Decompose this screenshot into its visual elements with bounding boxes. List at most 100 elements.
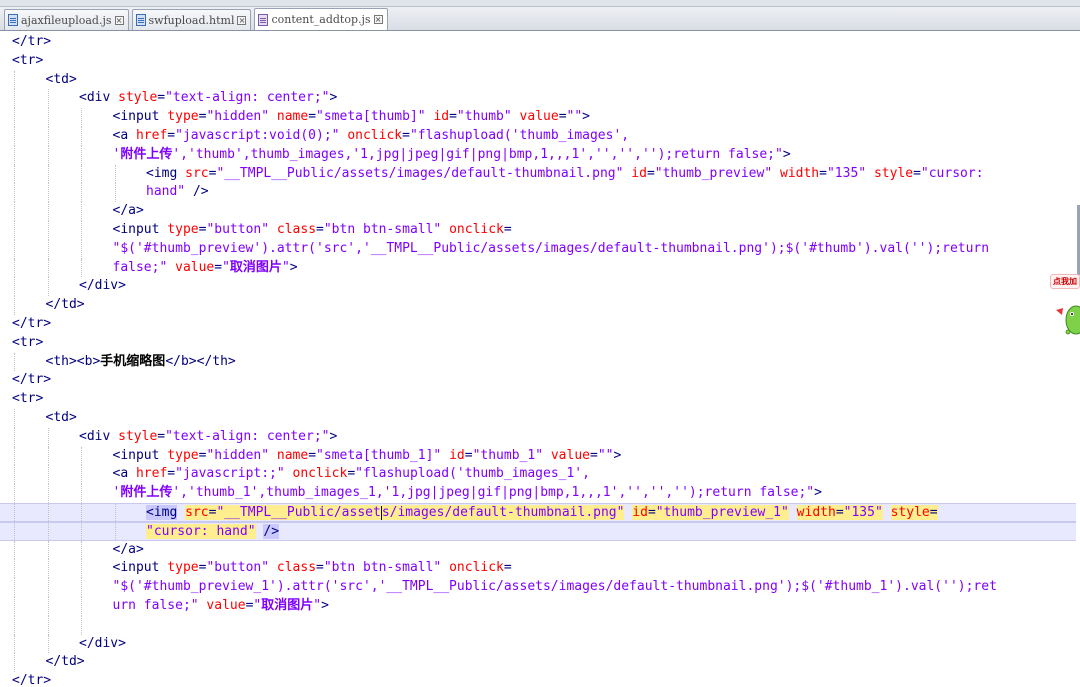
code-token: id [632, 505, 648, 520]
code-token: 取消图片 [261, 598, 314, 613]
code-token: type [167, 109, 199, 125]
code-line[interactable]: </a> [0, 202, 1076, 221]
code-line[interactable]: </td> [0, 653, 1076, 673]
code-line[interactable]: <div style="text-align: center;"> [0, 89, 1076, 109]
indent-guide [81, 615, 82, 635]
code-line[interactable]: </a> [0, 540, 1076, 560]
code-token: src [185, 165, 209, 181]
code-line[interactable]: "$('#thumb_preview').attr('src','__TMPL_… [0, 239, 1076, 259]
code-line[interactable]: <div style="text-align: center;"> [0, 427, 1076, 447]
indent-guide [14, 559, 15, 579]
code-text: "cursor: hand" /> [146, 523, 280, 540]
code-line[interactable]: '附件上传','thumb_1',thumb_images_1,'1,jpg|j… [0, 484, 1076, 503]
code-line[interactable]: <input type="button" class="btn btn-smal… [0, 221, 1076, 240]
code-line[interactable]: "cursor: hand" /> [0, 521, 1076, 541]
indent-guide [47, 559, 49, 579]
close-icon[interactable]: × [373, 15, 383, 24]
code-token: > [329, 90, 338, 106]
code-token: type [167, 222, 199, 237]
close-icon[interactable]: × [237, 15, 247, 25]
code-editor[interactable]: </tr> <tr> <td> <div style="text-align: cen… [0, 32, 1080, 687]
code-token: type [167, 447, 199, 463]
tab-label: swfupload.html [148, 13, 235, 27]
code-line[interactable]: <td> [0, 70, 1076, 90]
code-line[interactable]: <a href="javascript:;" onclick="flashupl… [0, 465, 1076, 485]
indent-guide [47, 108, 49, 127]
code-token: onclick [449, 222, 504, 237]
code-text: <tr> [12, 334, 43, 353]
code-text: <tr> [12, 390, 43, 409]
code-token: = [308, 447, 317, 463]
indent-guide [14, 465, 15, 485]
code-token: <input [112, 560, 168, 576]
code-line[interactable]: <img src = "__TMPL__Public/assets/images/d… [0, 164, 1076, 184]
indent-guide [81, 108, 82, 127]
code-line[interactable]: <tr> [0, 390, 1076, 409]
code-token: </b></th> [165, 353, 236, 369]
code-text: </a> [113, 541, 144, 560]
code-token: <tr> [12, 391, 44, 407]
code-token: > [289, 259, 298, 275]
code-line[interactable]: </td> [0, 296, 1076, 315]
code-line[interactable]: hand" /> [0, 183, 1076, 203]
code-token: width [780, 165, 820, 181]
code-line[interactable]: </tr> [0, 371, 1076, 390]
code-token: ','thumb_1',thumb_images_1,'1,jpg|jpeg|g… [172, 485, 815, 501]
indent-guide [81, 127, 82, 146]
code-token: style [118, 428, 158, 444]
code-text: "$('#thumb_preview_1').attr('src','__TMP… [113, 578, 997, 597]
indent-guide [14, 578, 15, 597]
close-icon[interactable]: × [114, 15, 124, 25]
code-text: <input type="hidden" name="smeta[thumb_1… [113, 447, 622, 466]
indent-guide [81, 164, 82, 184]
code-line[interactable]: <img src = "__TMPL__Public/assets/images/d… [0, 503, 1076, 522]
code-token: = [819, 165, 827, 181]
indent-guide [14, 653, 15, 673]
code-token: "__TMPL__Public/assets/images/default-th… [216, 165, 624, 181]
code-text: </td> [46, 296, 85, 315]
code-line[interactable]: </tr> [0, 672, 1076, 687]
code-line[interactable]: <td> [0, 409, 1076, 428]
code-line[interactable]: </tr> [0, 33, 1076, 52]
indent-guide [81, 239, 82, 259]
code-line[interactable]: <input type="hidden" name="smeta[thumb_1… [0, 446, 1076, 466]
code-line[interactable]: false;" value="取消图片"> [0, 258, 1076, 278]
code-line[interactable]: <input type="hidden" name="smeta[thumb]"… [0, 108, 1076, 127]
file-tab-bar: ajaxfileupload.js × swfupload.html × con… [0, 7, 1080, 31]
tab-content-addtop[interactable]: content_addtop.js × [254, 8, 388, 30]
indent-guide [14, 70, 15, 90]
code-token: onclick [449, 560, 504, 576]
indent-guide [47, 183, 49, 203]
code-text: urn false;" value="取消图片"> [113, 597, 329, 616]
code-line[interactable]: </div> [0, 634, 1076, 654]
indent-guide [14, 427, 15, 447]
code-line[interactable]: <tr> [0, 52, 1076, 71]
code-line[interactable]: urn false;" value="取消图片"> [0, 597, 1076, 616]
code-text: <input type="button" class="btn btn-smal… [113, 559, 512, 578]
code-line[interactable]: <th><b>手机缩略图</b></th> [0, 352, 1076, 372]
code-line[interactable]: <input type="button" class="btn btn-smal… [0, 559, 1076, 579]
code-line[interactable]: '附件上传','thumb',thumb_images,'1,jpg|jpeg|… [0, 145, 1076, 165]
code-line[interactable]: </div> [0, 277, 1076, 297]
code-token: </td> [45, 654, 85, 670]
tab-swfupload[interactable]: swfupload.html × [131, 9, 252, 30]
indent-guide [14, 202, 15, 221]
code-token: "135" [826, 165, 867, 181]
indent-guide [81, 202, 82, 221]
code-token: = [835, 505, 844, 520]
code-token: > [814, 485, 822, 501]
code-token: false;" [112, 259, 168, 275]
tab-ajaxfileupload[interactable]: ajaxfileupload.js × [4, 9, 129, 30]
code-line[interactable]: </tr> [0, 315, 1076, 334]
code-line[interactable]: "$('#thumb_preview_1').attr('src','__TMP… [0, 578, 1076, 597]
code-token: ','thumb',thumb_images,'1,jpg|jpeg|gif|p… [172, 146, 783, 162]
code-line[interactable]: <a href="javascript:void(0);" onclick="f… [0, 127, 1076, 146]
mascot-icon[interactable] [1054, 268, 1080, 358]
code-line[interactable]: <tr> [0, 334, 1076, 353]
code-token: = [558, 109, 567, 125]
indent-guide [47, 127, 49, 146]
code-line[interactable] [0, 615, 1076, 635]
indent-guide [114, 522, 116, 540]
